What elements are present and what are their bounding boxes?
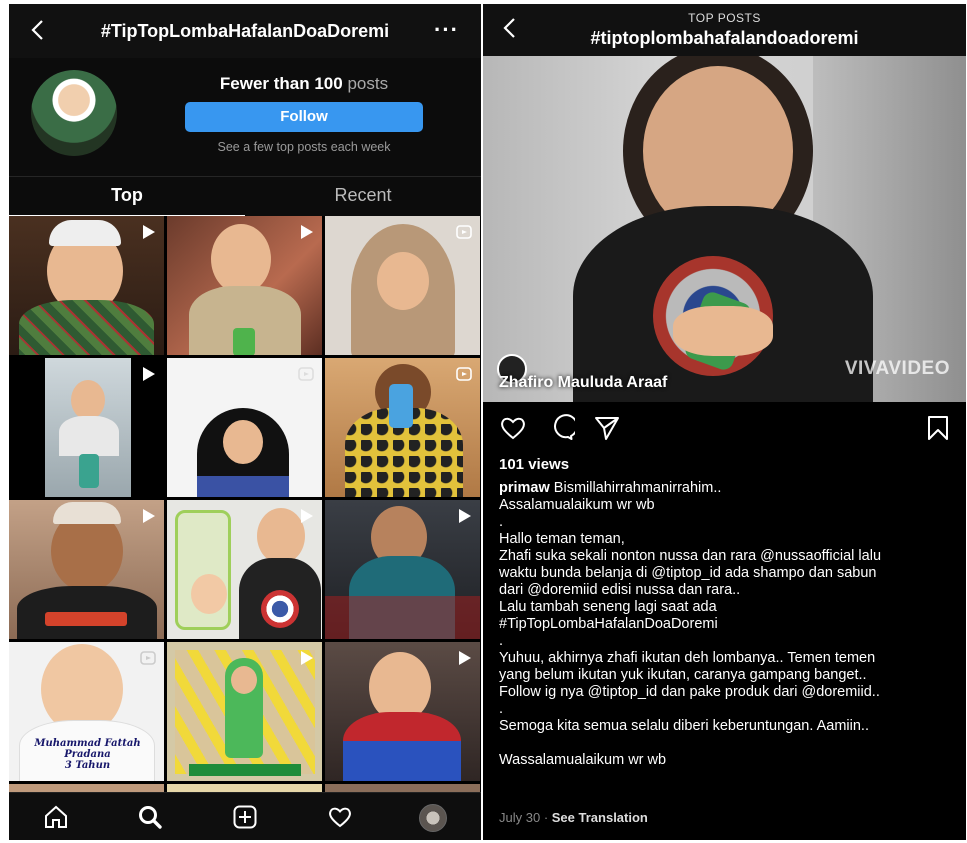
grid-post[interactable] xyxy=(9,500,164,639)
heart-icon xyxy=(501,417,525,440)
page-subtitle: TOP POSTS xyxy=(688,11,761,25)
grid-post[interactable] xyxy=(9,358,164,497)
tab-top[interactable]: Top xyxy=(9,185,245,206)
caption-line: Hallo teman teman, xyxy=(499,531,625,547)
reel-icon xyxy=(140,651,156,665)
hashtag-avatar xyxy=(31,70,117,156)
more-horizontal-icon: ··· xyxy=(434,17,459,42)
save-button[interactable] xyxy=(924,414,952,442)
grid-post[interactable]: Muhammad Fattah Pradana 3 Tahun xyxy=(9,642,164,781)
send-icon xyxy=(595,417,619,440)
nav-search-button[interactable] xyxy=(137,804,163,830)
nav-new-post-button[interactable] xyxy=(232,804,258,830)
comment-button[interactable] xyxy=(547,414,578,442)
post-caption: primaw Bismillahirrahmanirrahim.. Assala… xyxy=(499,480,959,769)
post-actions xyxy=(483,402,966,456)
caption-hashtag[interactable]: #TipTopLombaHafalanDoaDoremi xyxy=(499,616,959,633)
hashtag-page-screen: #TipTopLombaHafalanDoaDoremi ··· Fewer t… xyxy=(9,4,481,840)
caption-line: Bismillahirrahmanirrahim.. xyxy=(553,480,722,496)
more-options-button[interactable]: ··· xyxy=(434,17,459,43)
bookmark-icon xyxy=(928,416,948,440)
post-overlay-caption: Muhammad Fattah Pradana 3 Tahun xyxy=(34,738,141,771)
reel-icon xyxy=(456,367,472,381)
grid-post[interactable] xyxy=(325,216,480,355)
post-count: Fewer than 100 posts xyxy=(184,74,424,94)
caption-line: Semoga kita semua selalu diberi keberunt… xyxy=(499,718,869,734)
reel-icon xyxy=(298,367,314,381)
header-bar: TOP POSTS #tiptoplombahafalandoadoremi xyxy=(483,4,966,56)
play-icon xyxy=(143,225,155,239)
caption-line xyxy=(499,735,959,752)
play-icon xyxy=(301,225,313,239)
activity-heart-icon xyxy=(329,807,351,828)
grid-post[interactable] xyxy=(325,358,480,497)
play-icon xyxy=(301,509,313,523)
view-count: 101 views xyxy=(499,456,570,473)
grid-post[interactable] xyxy=(167,216,322,355)
caption-line: dari @doremiid edisi nussa dan rara.. xyxy=(499,582,741,598)
grid-post[interactable] xyxy=(167,358,322,497)
caption-line: . xyxy=(499,514,504,530)
post-detail-screen: TOP POSTS #tiptoplombahafalandoadoremi Z… xyxy=(483,4,966,840)
new-post-icon xyxy=(233,805,257,829)
hashtag-profile: Fewer than 100 posts Follow See a few to… xyxy=(9,58,481,176)
caption-line: waktu bunda belanja di @tiptop_id ada sh… xyxy=(499,565,877,581)
tab-recent[interactable]: Recent xyxy=(245,185,481,206)
profile-avatar[interactable] xyxy=(419,804,447,832)
comment-icon xyxy=(554,414,578,440)
play-icon xyxy=(143,509,155,523)
page-title: #TipTopLombaHafalanDoaDoremi xyxy=(100,21,390,41)
post-video[interactable]: Zhafiro Mauluda Araaf VIVAVIDEO xyxy=(483,56,966,402)
grid-post[interactable] xyxy=(9,216,164,355)
home-icon xyxy=(45,805,67,828)
video-watermark: VIVAVIDEO xyxy=(844,358,950,379)
like-button[interactable] xyxy=(499,414,527,442)
see-translation-link[interactable]: See Translation xyxy=(552,810,648,825)
grid-post[interactable] xyxy=(167,642,322,781)
post-meta: July 30 · See Translation xyxy=(499,810,648,825)
caption-line: . xyxy=(499,633,504,649)
caption-line: . xyxy=(499,701,504,717)
caption-line: Wassalamualaikum wr wb xyxy=(499,752,667,768)
follow-button[interactable]: Follow xyxy=(185,102,423,132)
meta-separator: · xyxy=(540,810,552,825)
reel-icon xyxy=(456,225,472,239)
play-icon xyxy=(143,367,155,381)
play-icon xyxy=(301,651,313,665)
grid-post[interactable] xyxy=(325,500,480,639)
post-count-unit: posts xyxy=(347,74,389,93)
post-count-value: Fewer than 100 xyxy=(219,74,343,93)
chevron-left-icon xyxy=(31,20,43,40)
play-icon xyxy=(459,509,471,523)
caption-line: Follow ig nya @tiptop_id dan pake produk… xyxy=(499,684,880,700)
search-icon xyxy=(139,806,162,829)
bottom-nav xyxy=(9,792,481,840)
caption-line: yang belum ikutan yuk ikutan, caranya ga… xyxy=(499,667,867,683)
caption-line: Zhafi suka sekali nonton nussa dan rara … xyxy=(499,548,882,564)
grid-post[interactable] xyxy=(325,642,480,781)
back-button[interactable] xyxy=(27,18,51,42)
nav-home-button[interactable] xyxy=(43,804,69,830)
share-button[interactable] xyxy=(593,414,621,442)
caption-line: Yuhuu, akhirnya zhafi ikutan deh lombany… xyxy=(499,650,876,666)
post-date: July 30 xyxy=(499,810,541,825)
caption-line: Assalamualaikum wr wb xyxy=(499,497,655,513)
video-name-overlay: Zhafiro Mauluda Araaf xyxy=(499,374,668,391)
nav-activity-button[interactable] xyxy=(327,804,353,830)
header-bar: #TipTopLombaHafalanDoaDoremi ··· xyxy=(9,4,481,58)
grid-post[interactable] xyxy=(167,500,322,639)
follow-hint: See a few top posts each week xyxy=(217,140,391,154)
page-title: #tiptoplombahafalandoadoremi xyxy=(590,28,859,48)
caption-username[interactable]: primaw xyxy=(499,480,550,496)
play-icon xyxy=(459,651,471,665)
feed-tabs: Top Recent xyxy=(9,176,481,216)
caption-line: Lalu tambah seneng lagi saat ada xyxy=(499,599,717,615)
